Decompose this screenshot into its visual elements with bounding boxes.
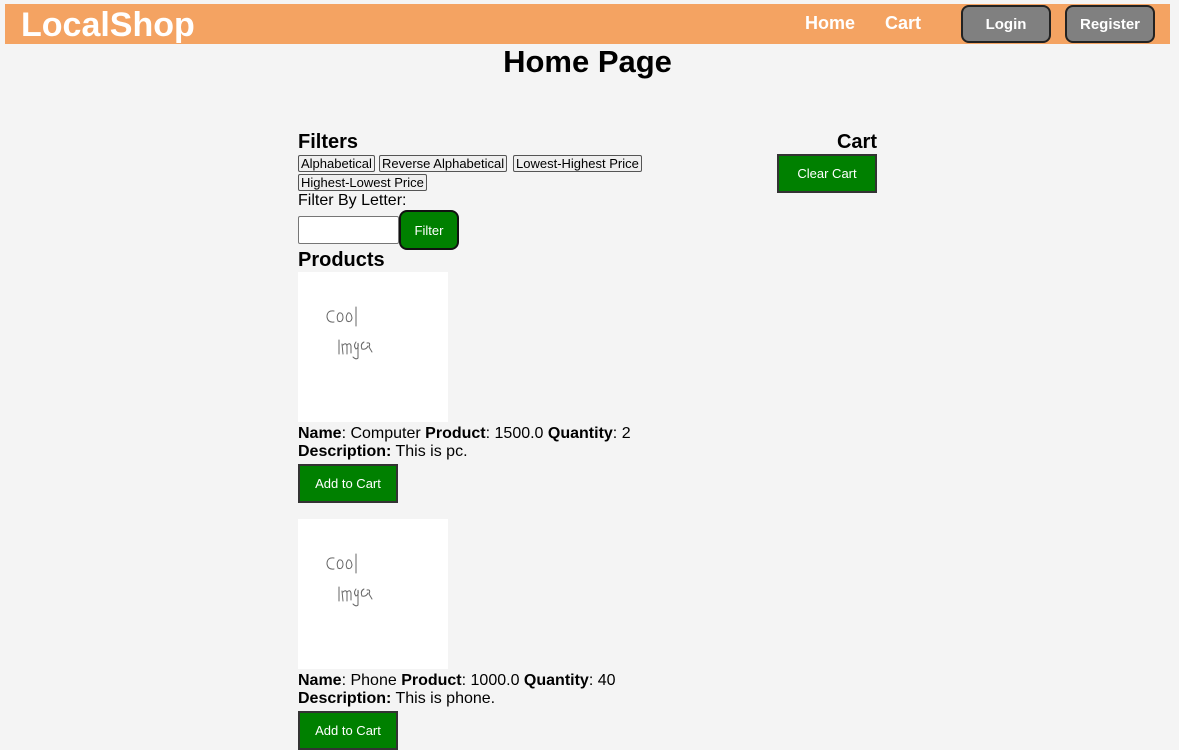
product-description-text: This is phone.: [395, 690, 496, 707]
product-description: Description: This is pc.: [298, 443, 798, 461]
description-label: Description:: [298, 443, 392, 460]
cart-heading: Cart: [836, 131, 877, 153]
quantity-label: Quantity: [547, 425, 613, 442]
register-button[interactable]: Register: [1065, 5, 1155, 43]
nav-home-link[interactable]: Home: [805, 13, 855, 34]
quantity-label: Quantity: [523, 672, 589, 689]
product-image: [298, 272, 448, 422]
name-label: Name: [298, 672, 342, 689]
product-price: 1500.0: [494, 425, 544, 442]
name-label: Name: [298, 425, 342, 442]
filters-heading: Filters: [298, 131, 359, 153]
brand-logo[interactable]: LocalShop: [21, 5, 195, 45]
products-heading: Products: [298, 249, 385, 271]
handwritten-cool-image: [326, 306, 373, 360]
page-title: Home Page: [503, 44, 672, 79]
filter-lowest-highest-button[interactable]: Lowest-Highest Price: [513, 155, 642, 172]
top-navbar: LocalShop Home Cart Login Register: [5, 4, 1170, 44]
product-card: Name: Computer Product: 1500.0 Quantity:…: [298, 272, 798, 503]
clear-cart-button[interactable]: Clear Cart: [777, 154, 877, 193]
description-label: Description:: [298, 690, 392, 707]
product-name: Computer: [350, 425, 421, 442]
product-card: Name: Phone Product: 1000.0 Quantity: 40…: [298, 519, 798, 750]
filter-letter-input[interactable]: [298, 216, 399, 244]
price-label: Product: [425, 425, 486, 442]
product-price: 1000.0: [470, 672, 520, 689]
product-quantity: 2: [621, 425, 631, 442]
product-image: [298, 519, 448, 669]
add-to-cart-button[interactable]: Add to Cart: [298, 464, 398, 503]
filter-alphabetical-button[interactable]: Alphabetical: [298, 155, 375, 172]
nav-cart-link[interactable]: Cart: [885, 13, 921, 34]
filter-reverse-alphabetical-button[interactable]: Reverse Alphabetical: [379, 155, 508, 172]
filter-button[interactable]: Filter: [399, 210, 459, 250]
product-info: Name: Phone Product: 1000.0 Quantity: 40: [298, 672, 616, 689]
filter-highest-lowest-button[interactable]: Highest-Lowest Price: [298, 174, 427, 191]
login-button[interactable]: Login: [961, 5, 1051, 43]
product-info: Name: Computer Product: 1500.0 Quantity:…: [298, 425, 631, 442]
add-to-cart-button[interactable]: Add to Cart: [298, 711, 398, 750]
filter-by-letter-label: Filter By Letter:: [298, 192, 407, 209]
product-name: Phone: [350, 672, 397, 689]
product-description-text: This is pc.: [395, 443, 468, 460]
product-quantity: 40: [597, 672, 616, 689]
product-description: Description: This is phone.: [298, 690, 798, 708]
handwritten-cool-image: [326, 553, 373, 607]
price-label: Product: [401, 672, 462, 689]
